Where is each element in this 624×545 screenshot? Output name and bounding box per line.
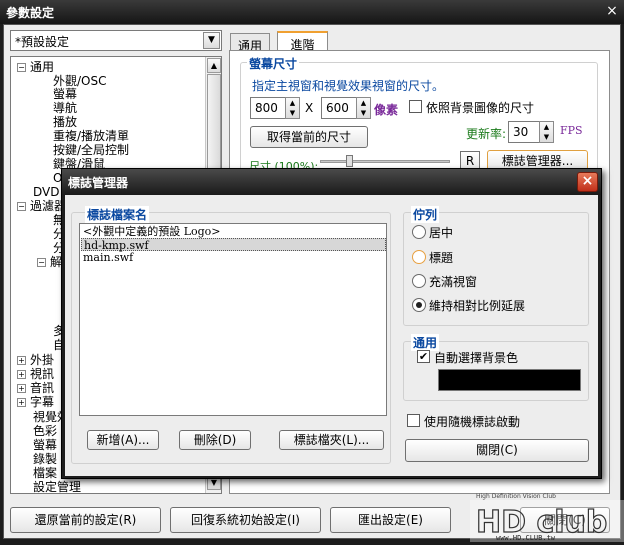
list-item[interactable]: main.swf	[81, 251, 386, 264]
list-item[interactable]: <外觀中定義的預設 Logo>	[81, 225, 386, 238]
tree-item[interactable]: 檔案	[33, 467, 57, 480]
tree-item-video[interactable]: + 視訊	[17, 368, 54, 381]
refresh-rate-input[interactable]: 30	[508, 121, 540, 143]
dialog-title: 標誌管理器	[68, 176, 129, 190]
dialog-body: 標誌檔案名 <外觀中定義的預設 Logo> hd-kmp.swf main.sw…	[65, 195, 598, 476]
spin-up-icon[interactable]: ▲	[540, 122, 553, 132]
tree-item-general[interactable]: − 通用	[17, 61, 54, 74]
reset-defaults-button[interactable]: 回復系統初始設定(I)	[170, 507, 321, 533]
arrange-center-radio[interactable]	[412, 225, 426, 239]
tab-general[interactable]: 通用	[230, 33, 270, 53]
random-logo-label: 使用隨機標誌啟動	[424, 415, 521, 429]
expand-icon[interactable]: +	[17, 370, 26, 379]
size-x-label: X	[305, 101, 314, 115]
add-logo-button[interactable]: 新增(A)...	[87, 430, 159, 450]
export-settings-button[interactable]: 匯出設定(E)	[330, 507, 451, 533]
tree-item[interactable]: 播放	[53, 116, 77, 129]
width-input[interactable]: 800	[250, 97, 286, 119]
tree-item-subtitles[interactable]: + 字幕	[17, 396, 54, 409]
dialog-close-icon[interactable]: ×	[577, 172, 598, 192]
tree-item[interactable]: 色彩	[33, 425, 57, 438]
window-title: 參數設定	[6, 6, 55, 20]
collapse-icon[interactable]: −	[37, 258, 46, 267]
window-close-icon[interactable]: ×	[603, 2, 621, 20]
chevron-down-icon[interactable]: ▼	[203, 32, 220, 49]
arrange-keep-aspect-label: 維持相對比例延展	[429, 299, 526, 313]
tree-item-filters[interactable]: − 過濾器	[17, 200, 66, 213]
preset-select[interactable]: *預設設定 ▼	[10, 30, 222, 51]
logo-manager-dialog: 標誌管理器 × 標誌檔案名 <外觀中定義的預設 Logo> hd-kmp.swf…	[61, 168, 602, 479]
tree-item-audio[interactable]: + 音訊	[17, 382, 54, 395]
spin-down-icon[interactable]: ▼	[540, 132, 553, 142]
dialog-close-button[interactable]: 關閉(C)	[405, 439, 589, 462]
auto-bg-checkbox[interactable]: ✔	[417, 350, 430, 363]
spin-up-icon[interactable]: ▲	[286, 98, 299, 108]
spin-down-icon[interactable]: ▼	[286, 108, 299, 118]
tree-item[interactable]: 導航	[53, 102, 77, 115]
expand-icon[interactable]: +	[17, 384, 26, 393]
hdclub-logo-icon: High Definition Vision Club HD club www.…	[470, 493, 624, 542]
fps-label: FPS	[560, 124, 583, 137]
restore-settings-button[interactable]: 還原當前的設定(R)	[10, 507, 161, 533]
collapse-icon[interactable]: −	[17, 63, 26, 72]
random-logo-checkbox[interactable]	[407, 414, 420, 427]
arrange-fill-radio[interactable]	[412, 274, 426, 288]
follow-bg-size-checkbox[interactable]	[409, 100, 422, 113]
refresh-rate-label: 更新率:	[466, 127, 507, 141]
screen-size-description: 指定主視窗和視覺效果視窗的尺寸。	[252, 79, 445, 93]
spin-down-icon[interactable]: ▼	[357, 108, 370, 118]
arrange-title-radio[interactable]	[412, 250, 426, 264]
watermark-url: www.HD.CLUB.tw	[496, 534, 556, 542]
follow-bg-size-label: 依照背景圖像的尺寸	[426, 101, 535, 115]
pixel-unit-label: 像素	[374, 103, 399, 117]
arrange-center-label: 居中	[429, 226, 454, 240]
tree-item[interactable]: 錄製	[33, 453, 57, 466]
size-slider[interactable]	[320, 160, 450, 163]
logo-folder-button[interactable]: 標誌檔夾(L)...	[279, 430, 384, 450]
height-input[interactable]: 600	[321, 97, 357, 119]
bg-color-swatch[interactable]	[438, 369, 581, 391]
width-spinner[interactable]: ▲ ▼	[285, 97, 300, 119]
tab-advanced[interactable]: 進階	[277, 31, 328, 52]
scroll-up-icon[interactable]: ▲	[207, 58, 221, 73]
expand-icon[interactable]: +	[17, 356, 26, 365]
arrange-fill-label: 充滿視窗	[429, 275, 478, 289]
dialog-title-bar: 標誌管理器	[62, 169, 601, 195]
auto-bg-label: 自動選擇背景色	[434, 351, 519, 365]
tree-item[interactable]: 螢幕	[33, 439, 57, 452]
get-current-size-button[interactable]: 取得當前的尺寸	[250, 126, 368, 148]
tree-item[interactable]: 按鍵/全局控制	[53, 144, 129, 157]
tree-item[interactable]: 設定管理	[33, 481, 81, 494]
expand-icon[interactable]: +	[17, 398, 26, 407]
collapse-icon[interactable]: −	[17, 202, 26, 211]
list-item-selected[interactable]: hd-kmp.swf	[81, 238, 386, 252]
tree-item-plugins[interactable]: + 外掛	[17, 354, 54, 367]
logo-file-list[interactable]: <外觀中定義的預設 Logo> hd-kmp.swf main.swf	[79, 223, 387, 416]
tree-item[interactable]: 螢幕	[53, 88, 77, 101]
preset-select-value: *預設設定	[15, 35, 70, 49]
arrange-keep-aspect-radio[interactable]	[412, 298, 426, 312]
tree-item-decoder[interactable]: − 解	[37, 256, 62, 269]
size-slider-thumb[interactable]	[346, 155, 353, 167]
tree-item[interactable]: 重複/播放清單	[53, 130, 129, 143]
refresh-rate-spinner[interactable]: ▲ ▼	[539, 121, 554, 143]
hdclub-watermark: High Definition Vision Club HD club www.…	[470, 492, 624, 542]
watermark-tagline: High Definition Vision Club	[476, 493, 556, 500]
arrange-title-label: 標題	[429, 251, 454, 265]
tree-item[interactable]: DVD	[33, 186, 59, 199]
window-title-bar: 參數設定	[0, 0, 624, 24]
height-spinner[interactable]: ▲ ▼	[356, 97, 371, 119]
screen-size-group-title: 螢幕尺寸	[247, 55, 300, 72]
logo-files-title: 標誌檔案名	[85, 206, 150, 223]
spin-up-icon[interactable]: ▲	[357, 98, 370, 108]
delete-logo-button[interactable]: 刪除(D)	[179, 430, 251, 450]
arrange-group-title: 佇列	[411, 206, 440, 223]
